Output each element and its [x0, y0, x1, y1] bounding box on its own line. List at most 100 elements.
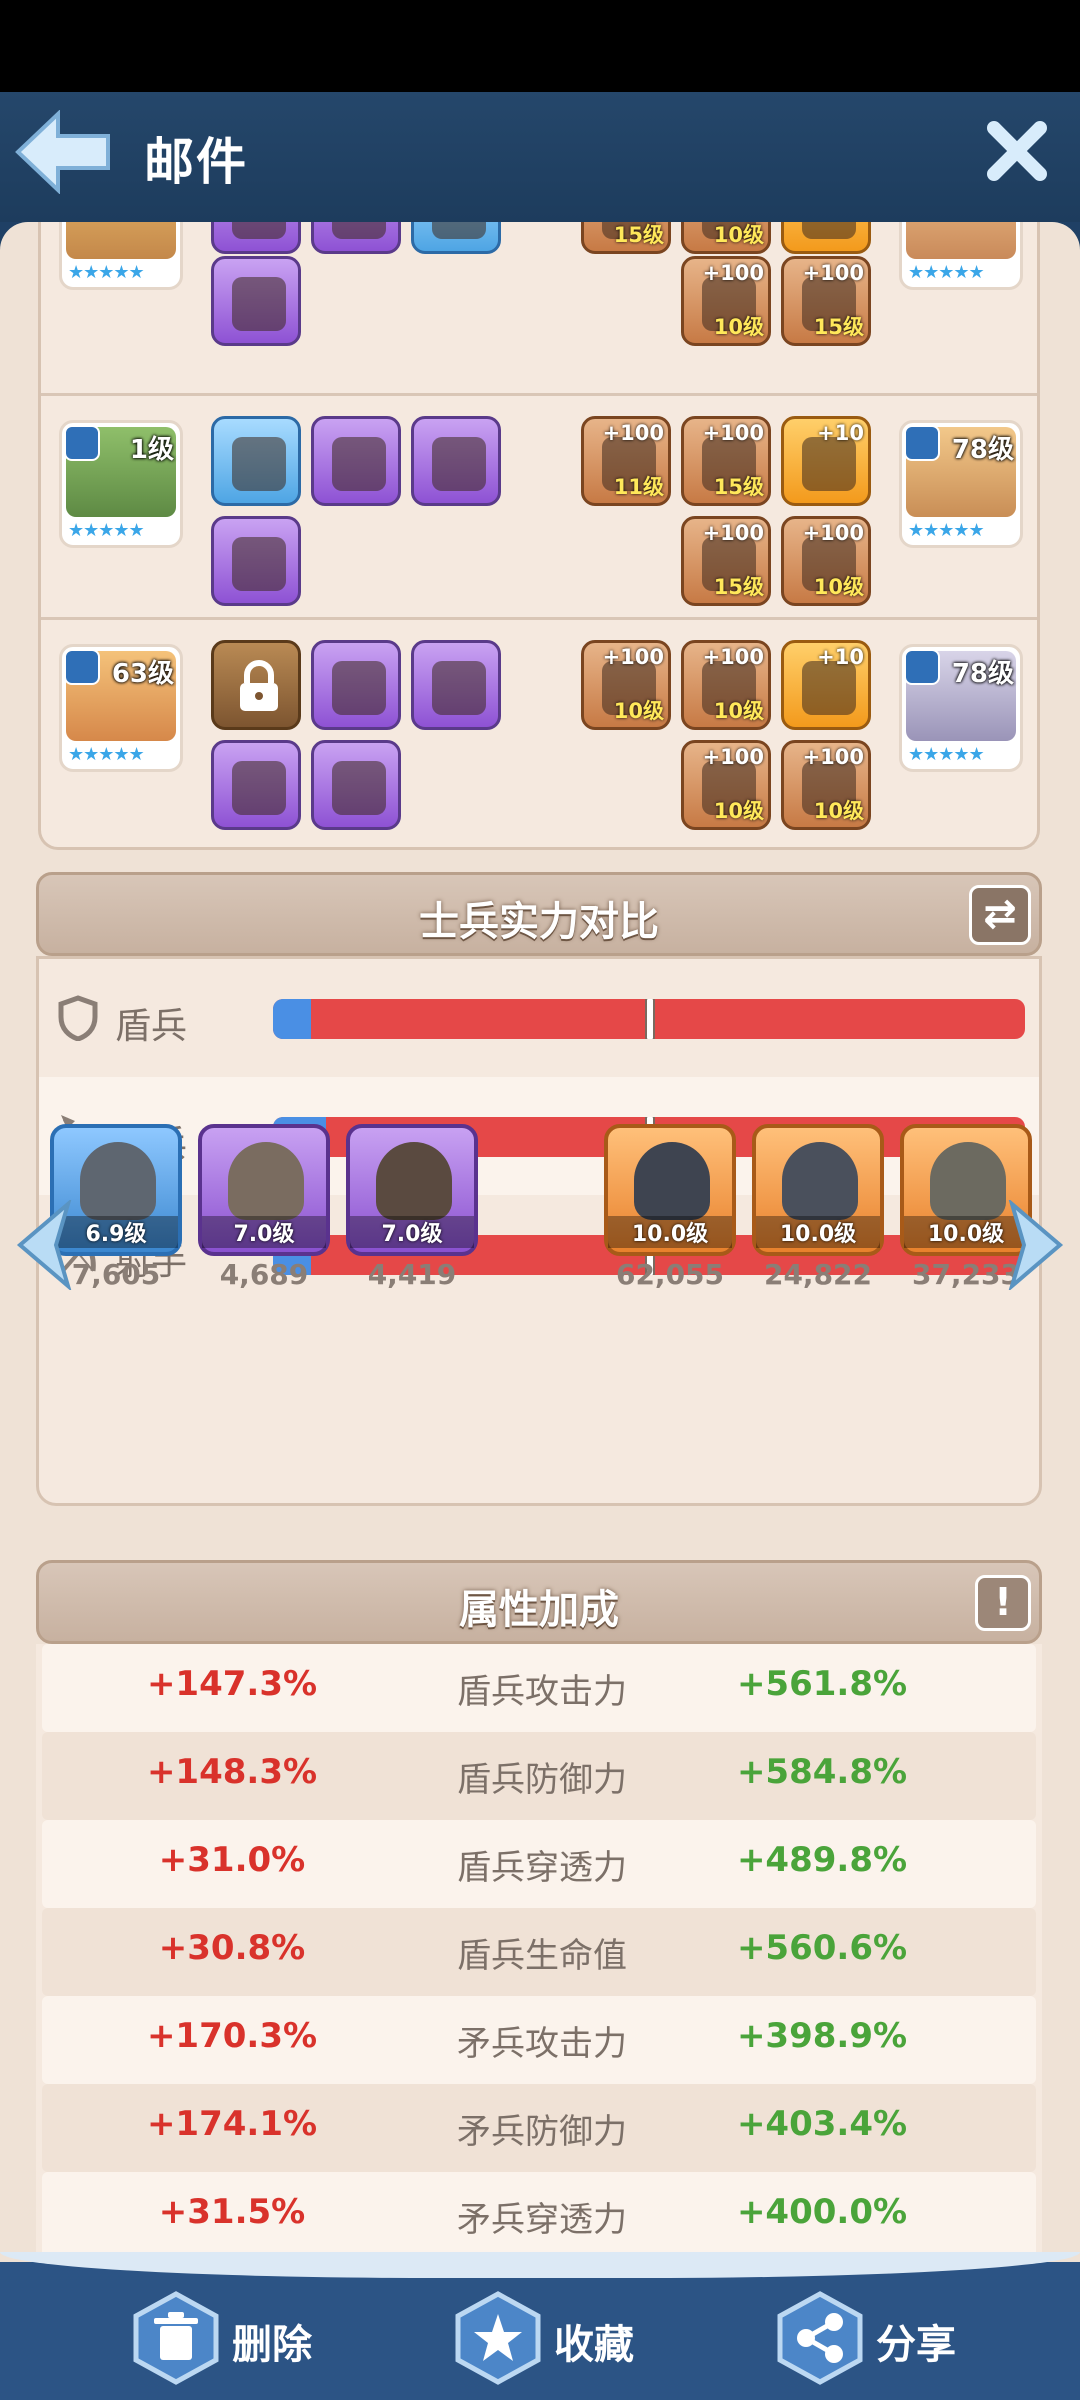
gear-slot[interactable]: +10 — [781, 640, 871, 730]
right-hero-portrait[interactable]: ★★★★★ — [899, 222, 1023, 290]
gear-slot[interactable] — [211, 516, 301, 606]
chevron-right-icon — [1008, 1198, 1064, 1292]
gear-slot[interactable]: +100 10级 — [681, 640, 771, 730]
hero-row: ★★★★★ 15级 10级 +100 10级 +100 15级 ★★★★★ — [41, 222, 1037, 396]
swap-button[interactable]: ⇄ — [969, 885, 1031, 945]
left-value: +148.3% — [146, 1752, 318, 1792]
right-troop-card[interactable]: 10.0级 — [604, 1124, 736, 1256]
troop-level: 7.0级 — [202, 1216, 326, 1248]
star-rating: ★★★★★ — [68, 262, 145, 283]
archer-soldier-avatar — [930, 1142, 1006, 1220]
attribute-row: +31.0% 盾兵穿透力 +489.8% — [42, 1820, 1036, 1908]
gear-slot[interactable] — [211, 740, 301, 830]
gear-slot[interactable] — [311, 416, 401, 506]
troop-level: 10.0级 — [756, 1216, 880, 1248]
gear-slot-locked[interactable] — [211, 640, 301, 730]
hero-row: 1级 ★★★★★ +100 11级 +100 15级 +10 +100 15级 +10… — [41, 396, 1037, 620]
gear-slot[interactable] — [311, 740, 401, 830]
gear-icon — [432, 222, 486, 239]
troop-level: 6.9级 — [54, 1216, 178, 1248]
attribute-name: 矛兵穿透力 — [457, 2200, 627, 2240]
shield-soldier-avatar — [634, 1142, 710, 1220]
gear-slot[interactable]: 15级 — [581, 222, 671, 254]
left-value: +170.3% — [146, 2016, 318, 2056]
right-troop-card[interactable]: 10.0级 — [752, 1124, 884, 1256]
left-hero-portrait[interactable]: 63级 ★★★★★ — [59, 644, 183, 772]
attribute-row: +30.8% 盾兵生命值 +560.6% — [42, 1908, 1036, 1996]
gear-slot[interactable]: 10级 — [681, 222, 771, 254]
troop-count: 4,689 — [219, 1258, 309, 1291]
hero-level: 78级 — [951, 659, 1014, 689]
gear-slot[interactable]: +100 10级 — [681, 740, 771, 830]
gear-slot[interactable]: +100 15级 — [681, 416, 771, 506]
next-arrow[interactable] — [1008, 1198, 1068, 1292]
gear-level: 10级 — [713, 223, 764, 247]
favorite-button[interactable]: 收藏 — [450, 2290, 690, 2386]
compare-row-spear: 矛兵 — [39, 1077, 1039, 1195]
gear-slot[interactable]: +100 11级 — [581, 416, 671, 506]
gear-slot[interactable] — [311, 222, 401, 254]
gear-bonus: +100 — [702, 645, 764, 669]
share-icon — [777, 2291, 863, 2385]
row-label: 盾兵 — [115, 1006, 188, 1047]
left-hero-portrait[interactable]: 1级 ★★★★★ — [59, 420, 183, 548]
right-value: +561.8% — [736, 1664, 908, 1704]
goggles-icon — [332, 661, 386, 715]
gear-slot[interactable] — [211, 416, 301, 506]
troop-level: 10.0级 — [608, 1216, 732, 1248]
info-button[interactable]: ! — [975, 1575, 1031, 1631]
attribute-name: 盾兵攻击力 — [457, 1672, 627, 1712]
gear-bonus: +100 — [802, 261, 864, 285]
gear-bonus: +100 — [802, 745, 864, 769]
gear-slot[interactable] — [411, 222, 501, 254]
gear-slot[interactable]: +100 10级 — [581, 640, 671, 730]
back-button[interactable] — [14, 109, 114, 195]
gear-slot[interactable] — [211, 256, 301, 346]
right-value: +584.8% — [736, 1752, 908, 1792]
hero-equipment-card: ★★★★★ 15级 10级 +100 10级 +100 15级 ★★★★★ 1级 ★… — [38, 222, 1040, 850]
left-hero-portrait[interactable]: ★★★★★ — [59, 222, 183, 290]
right-hero-portrait[interactable]: 78级 ★★★★★ — [899, 644, 1023, 772]
spear-soldier-avatar — [782, 1142, 858, 1220]
delete-label: 删除 — [232, 2322, 312, 2368]
troop-count: 4,419 — [367, 1258, 457, 1291]
gear-slot[interactable] — [411, 640, 501, 730]
gear-icon — [232, 222, 286, 239]
favorite-label: 收藏 — [554, 2322, 634, 2368]
attributes-card: +147.3% 盾兵攻击力 +561.8% +148.3% 盾兵防御力 +584.8% … — [36, 1644, 1042, 2262]
share-button[interactable]: 分享 — [772, 2290, 1012, 2386]
gear-level: 10级 — [713, 315, 764, 339]
right-hero-portrait[interactable]: 78级 ★★★★★ — [899, 420, 1023, 548]
troop-count: 62,055 — [615, 1258, 725, 1291]
attribute-row: +31.5% 矛兵穿透力 +400.0% — [42, 2172, 1036, 2260]
gear-level: 11级 — [613, 475, 664, 499]
spear-role-icon — [64, 649, 100, 685]
share-label: 分享 — [876, 2322, 956, 2368]
close-button[interactable] — [984, 118, 1050, 184]
attributes-header: 属性加成 ! — [36, 1560, 1042, 1644]
boot-icon — [232, 277, 286, 331]
gear-slot[interactable] — [411, 416, 501, 506]
gear-level: 10级 — [613, 699, 664, 723]
right-value: +400.0% — [736, 2192, 908, 2232]
gear-slot[interactable]: +100 15级 — [781, 256, 871, 346]
gear-slot[interactable]: +100 10级 — [681, 256, 771, 346]
delete-button[interactable]: 删除 — [128, 2290, 368, 2386]
gear-slot[interactable]: +100 10级 — [781, 740, 871, 830]
hero-level: 63级 — [111, 659, 174, 689]
boot-icon — [332, 761, 386, 815]
gear-slot[interactable]: +100 15级 — [681, 516, 771, 606]
swap-icon: ⇄ — [983, 891, 1017, 937]
gear-slot[interactable]: +10 — [781, 416, 871, 506]
gear-slot[interactable] — [211, 222, 301, 254]
right-value: +398.9% — [736, 2016, 908, 2056]
gear-slot[interactable] — [781, 222, 871, 254]
previous-arrow[interactable] — [12, 1198, 72, 1292]
lock-icon — [240, 660, 278, 711]
hero-face — [906, 222, 1016, 259]
left-troop-card[interactable]: 7.0级 — [346, 1124, 478, 1256]
gear-slot[interactable]: +100 10级 — [781, 516, 871, 606]
star-rating: ★★★★★ — [908, 520, 985, 541]
left-troop-card[interactable]: 7.0级 — [198, 1124, 330, 1256]
gear-slot[interactable] — [311, 640, 401, 730]
